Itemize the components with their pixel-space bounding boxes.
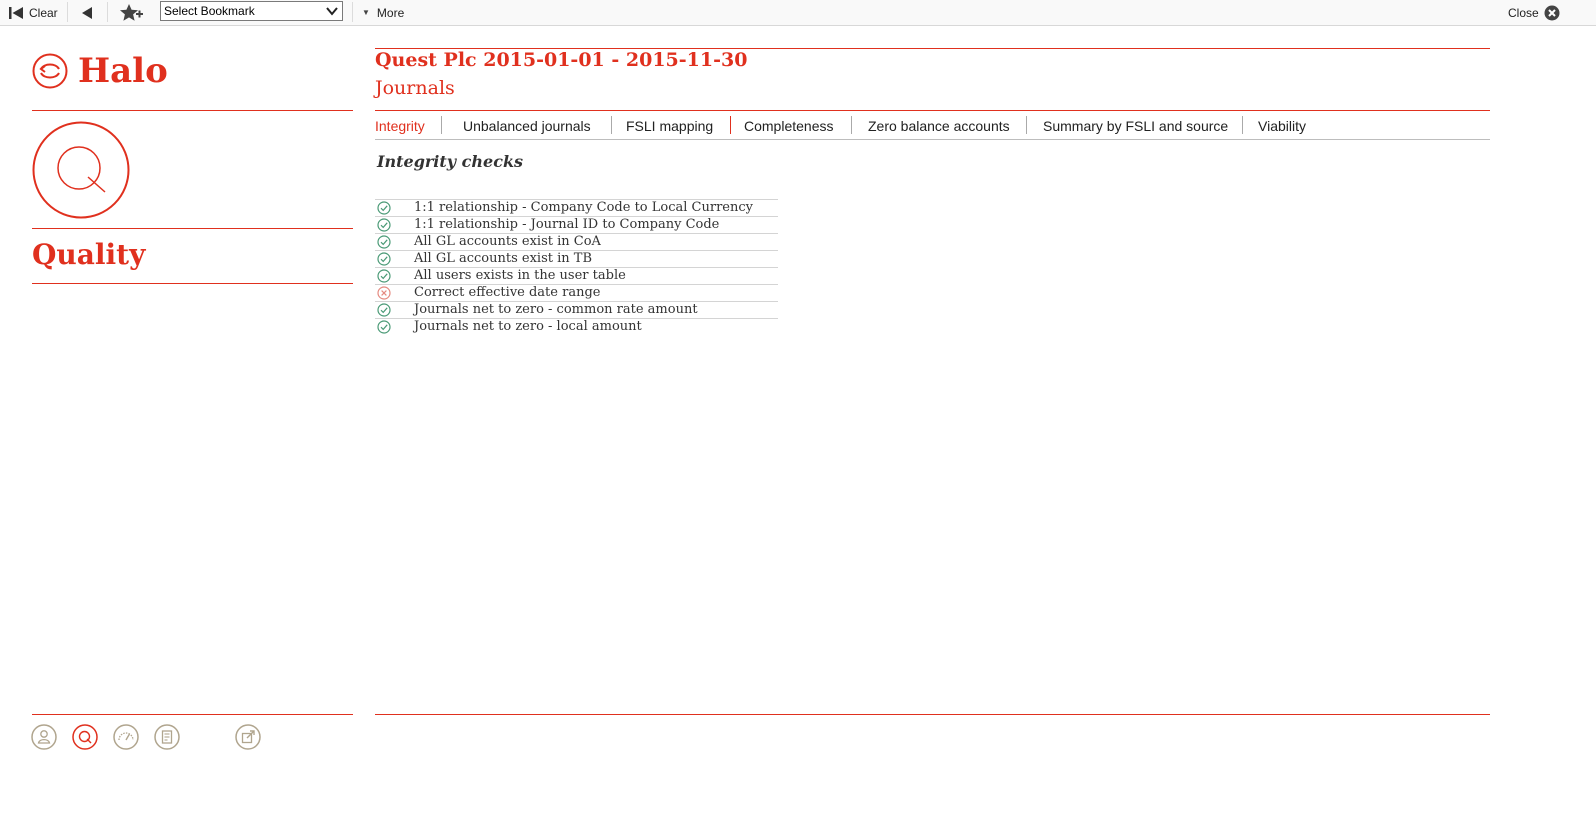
tab-completeness[interactable]: Completeness: [744, 116, 834, 135]
back-button[interactable]: [80, 0, 94, 25]
check-label: 1:1 relationship - Company Code to Local…: [414, 200, 753, 215]
toolbar: Clear Select Bookmark ▼ More Close: [0, 0, 1596, 26]
quality-icon[interactable]: [72, 724, 98, 750]
list-item[interactable]: 1:1 relationship - Journal ID to Company…: [375, 217, 778, 234]
error-circle-icon: [377, 286, 391, 300]
check-label: 1:1 relationship - Journal ID to Company…: [414, 217, 720, 232]
clear-label: Clear: [29, 5, 58, 20]
skip-back-icon: [9, 6, 23, 19]
section-heading: Integrity checks: [377, 152, 524, 171]
page-title: Quest Plc 2015-01-01 - 2015-11-30: [375, 49, 748, 71]
external-link-icon[interactable]: [235, 724, 261, 750]
list-item[interactable]: All GL accounts exist in CoA: [375, 234, 778, 251]
user-icon[interactable]: [31, 724, 57, 750]
list-item[interactable]: 1:1 relationship - Company Code to Local…: [375, 200, 778, 217]
clear-button[interactable]: Clear: [8, 0, 58, 25]
check-circle-icon: [377, 218, 391, 232]
check-circle-icon: [377, 269, 391, 283]
star-add-icon: [120, 3, 143, 21]
section-title: Quality: [32, 238, 146, 271]
sidebar-divider: [32, 228, 353, 229]
tab-divider: [611, 116, 612, 134]
check-label: All GL accounts exist in TB: [414, 251, 592, 266]
chevron-down-icon: [326, 7, 338, 16]
page-subtitle: Journals: [375, 77, 455, 99]
bookmark-select-value: Select Bookmark: [164, 4, 255, 18]
check-circle-icon: [377, 303, 391, 317]
toolbar-divider: [352, 2, 353, 22]
list-item[interactable]: All GL accounts exist in TB: [375, 251, 778, 268]
check-circle-icon: [377, 320, 391, 334]
gauge-icon[interactable]: [113, 724, 139, 750]
check-label: Journals net to zero - local amount: [414, 319, 642, 334]
list-item[interactable]: All users exists in the user table: [375, 268, 778, 285]
toolbar-divider: [67, 2, 68, 22]
bookmark-select[interactable]: Select Bookmark: [160, 1, 343, 21]
toolbar-divider: [107, 2, 108, 22]
halo-logo-icon: [32, 53, 68, 89]
close-label: Close: [1508, 5, 1539, 20]
header-bottom-rule: [375, 110, 1490, 111]
footer-rule-left: [32, 714, 353, 715]
tab-integrity[interactable]: Integrity: [375, 116, 425, 135]
tab-zero-balance-accounts[interactable]: Zero balance accounts: [868, 116, 1010, 135]
caret-down-icon: ▼: [362, 8, 370, 17]
check-label: Correct effective date range: [414, 285, 601, 300]
tab-divider: [441, 116, 442, 134]
check-label: All users exists in the user table: [414, 268, 626, 283]
quality-large-icon: [32, 121, 130, 219]
tab-divider: [1026, 116, 1027, 134]
document-icon[interactable]: [154, 724, 180, 750]
check-circle-icon: [377, 252, 391, 266]
tab-summary-by-fsli-and-source[interactable]: Summary by FSLI and source: [1043, 116, 1228, 135]
check-label: All GL accounts exist in CoA: [414, 234, 601, 249]
list-item[interactable]: Journals net to zero - common rate amoun…: [375, 302, 778, 319]
sidebar-divider: [32, 283, 353, 284]
tab-divider: [730, 116, 731, 134]
tab-divider: [1242, 116, 1243, 134]
list-item[interactable]: Correct effective date range: [375, 285, 778, 302]
bookmark-button[interactable]: [120, 0, 144, 25]
list-item[interactable]: Journals net to zero - local amount: [375, 319, 778, 335]
footer-rule-main: [375, 714, 1490, 715]
check-label: Journals net to zero - common rate amoun…: [414, 302, 698, 317]
more-button[interactable]: ▼ More: [362, 0, 404, 25]
halo-logo[interactable]: Halo: [32, 53, 168, 89]
check-circle-icon: [377, 201, 391, 215]
close-icon: [1544, 5, 1560, 20]
tabs-underline: [375, 139, 1490, 140]
tab-viability[interactable]: Viability: [1258, 116, 1306, 135]
tab-unbalanced-journals[interactable]: Unbalanced journals: [463, 116, 591, 135]
app-name: Halo: [78, 51, 168, 91]
tab-fsli-mapping[interactable]: FSLI mapping: [626, 116, 713, 135]
check-circle-icon: [377, 235, 391, 249]
integrity-check-list: 1:1 relationship - Company Code to Local…: [375, 199, 778, 335]
tab-divider: [851, 116, 852, 134]
more-label: More: [376, 5, 405, 20]
close-button[interactable]: Close: [1508, 0, 1560, 25]
back-arrow-icon: [82, 6, 92, 19]
sidebar-divider: [32, 110, 353, 111]
